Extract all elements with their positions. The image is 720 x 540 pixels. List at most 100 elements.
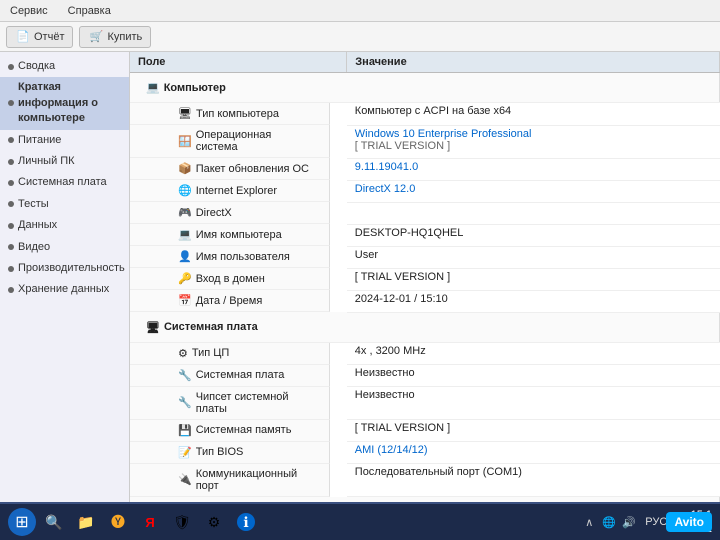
taskbar-left: ⊞ 🔍 📁 🅨 Я 🛡 ⚙ ℹ bbox=[8, 508, 260, 536]
row-icon: 🪟 bbox=[178, 135, 192, 148]
up-arrow-icon[interactable]: ∧ bbox=[581, 514, 597, 530]
dot-icon bbox=[8, 287, 14, 293]
sidebar-item-storage[interactable]: Хранение данных bbox=[0, 279, 129, 300]
browser-icon: 🅨 bbox=[111, 512, 125, 532]
value-cell: [ TRIAL VERSION ] bbox=[347, 420, 720, 442]
value-cell: Неизвестно bbox=[347, 365, 720, 387]
volume-icon[interactable]: 🔊 bbox=[621, 514, 637, 530]
row-icon: 👤 bbox=[178, 250, 192, 263]
table-row: 📦Пакет обновления ОС 9.11.19041.0 bbox=[130, 158, 720, 180]
col-value-header: Значение bbox=[347, 52, 720, 73]
section-display: 🖥 Отображение bbox=[130, 497, 720, 503]
gear-icon: ⚙ bbox=[208, 514, 221, 531]
row-icon: 💾 bbox=[178, 424, 192, 437]
row-icon: 🔑 bbox=[178, 272, 192, 285]
table-row: 💾Системная память [ TRIAL VERSION ] bbox=[130, 420, 720, 442]
menu-item-help[interactable]: Справка bbox=[62, 4, 117, 18]
search-button[interactable]: 🔍 bbox=[40, 508, 68, 536]
dot-icon bbox=[8, 223, 14, 229]
table-row: 📝Тип BIOS AMI (12/14/12) bbox=[130, 442, 720, 464]
shield-icon: 🛡 bbox=[173, 514, 191, 531]
sidebar-item-performance[interactable]: Производительность bbox=[0, 258, 129, 279]
row-icon: 💻 bbox=[178, 228, 192, 241]
value-cell: Неизвестно bbox=[347, 387, 720, 420]
table-row: 👤Имя пользователя User bbox=[130, 246, 720, 268]
info-button[interactable]: ℹ bbox=[232, 508, 260, 536]
browser-button[interactable]: 🅨 bbox=[104, 508, 132, 536]
sidebar-item-tests[interactable]: Тесты bbox=[0, 194, 129, 215]
row-icon: 🔧 bbox=[178, 369, 192, 382]
os-link[interactable]: Windows 10 Enterprise Professional bbox=[355, 128, 532, 140]
table-row: 🔑Вход в домен [ TRIAL VERSION ] bbox=[130, 268, 720, 290]
taskbar: ⊞ 🔍 📁 🅨 Я 🛡 ⚙ ℹ ∧ 🌐 🔊 РУС 15 bbox=[0, 502, 720, 540]
menu-item-service[interactable]: Сервис bbox=[4, 4, 54, 18]
sidebar-item-video[interactable]: Видео bbox=[0, 237, 129, 258]
windows-icon: ⊞ bbox=[15, 512, 28, 532]
section-motherboard: 🖥 Системная плата bbox=[130, 312, 720, 342]
value-cell: Компьютер с ACPI на базе x64 bbox=[347, 103, 720, 126]
info-icon: ℹ bbox=[237, 513, 255, 531]
shield-button[interactable]: 🛡 bbox=[168, 508, 196, 536]
sidebar-item-data[interactable]: Данных bbox=[0, 215, 129, 236]
value-cell bbox=[347, 202, 720, 224]
dot-icon bbox=[8, 180, 14, 186]
row-icon: 🔧 bbox=[178, 396, 192, 409]
value-cell: 2024-12-01 / 15:10 bbox=[347, 290, 720, 312]
dot-icon bbox=[8, 266, 14, 272]
row-icon: 🌐 bbox=[178, 184, 192, 197]
sidebar-item-personal-pc[interactable]: Личный ПК bbox=[0, 151, 129, 172]
table-row: 💻Имя компьютера DESKTOP-HQ1QHEL bbox=[130, 224, 720, 246]
sidebar-item-power[interactable]: Питание bbox=[0, 130, 129, 151]
bios-link[interactable]: AMI (12/14/12) bbox=[355, 444, 428, 456]
yandex-icon: Я bbox=[145, 515, 154, 530]
avito-badge: Avito bbox=[666, 512, 712, 532]
section-computer: 💻 Компьютер bbox=[130, 73, 720, 103]
dot-icon bbox=[8, 100, 14, 106]
value-cell: DESKTOP-HQ1QHEL bbox=[347, 224, 720, 246]
row-icon: 🖥 bbox=[178, 107, 192, 120]
system-tray: ∧ 🌐 🔊 bbox=[581, 514, 637, 530]
report-button[interactable]: 📄 Отчёт bbox=[6, 26, 73, 48]
search-icon: 🔍 bbox=[45, 514, 62, 531]
value-cell: [ TRIAL VERSION ] bbox=[347, 268, 720, 290]
dot-icon bbox=[8, 244, 14, 250]
sidebar-item-summary[interactable]: Сводка bbox=[0, 56, 129, 77]
value-cell: 4x , 3200 MHz bbox=[347, 342, 720, 365]
value-cell: User bbox=[347, 246, 720, 268]
report-icon: 📄 bbox=[15, 29, 31, 45]
buy-button[interactable]: 🛒 Купить bbox=[79, 26, 151, 48]
table-row: 🔧Чипсет системной платы Неизвестно bbox=[130, 387, 720, 420]
mb-section-icon: 🖥 bbox=[146, 321, 160, 334]
row-icon: 📦 bbox=[178, 162, 192, 175]
yandex-button[interactable]: Я bbox=[136, 508, 164, 536]
value-cell: DirectX 12.0 bbox=[347, 180, 720, 202]
table-row: 🌐Internet Explorer DirectX 12.0 bbox=[130, 180, 720, 202]
cart-icon: 🛒 bbox=[88, 29, 104, 45]
sp-link[interactable]: 9.11.19041.0 bbox=[355, 161, 418, 173]
table-row: 🔌Коммуникационный порт Последовательный … bbox=[130, 464, 720, 497]
network-icon[interactable]: 🌐 bbox=[601, 514, 617, 530]
start-button[interactable]: ⊞ bbox=[8, 508, 36, 536]
row-icon: 📝 bbox=[178, 446, 192, 459]
folder-icon: 📁 bbox=[77, 514, 94, 531]
row-icon: 🔌 bbox=[178, 473, 192, 486]
sidebar: Сводка Краткая информация о компьютере П… bbox=[0, 52, 130, 502]
info-table: Поле Значение 💻 Компьютер 🖥Тип компьютер… bbox=[130, 52, 720, 502]
value-cell: AMI (12/14/12) bbox=[347, 442, 720, 464]
table-row: 🎮DirectX bbox=[130, 202, 720, 224]
language-indicator[interactable]: РУС bbox=[645, 516, 667, 528]
trial-text: [ TRIAL VERSION ] bbox=[355, 140, 450, 152]
info-table-area: Поле Значение 💻 Компьютер 🖥Тип компьютер… bbox=[130, 52, 720, 502]
file-explorer-button[interactable]: 📁 bbox=[72, 508, 100, 536]
table-row: 🪟Операционная система Windows 10 Enterpr… bbox=[130, 125, 720, 158]
sidebar-item-computer-info[interactable]: Краткая информация о компьютере bbox=[0, 77, 129, 129]
table-row: 📅Дата / Время 2024-12-01 / 15:10 bbox=[130, 290, 720, 312]
dx-link[interactable]: DirectX 12.0 bbox=[355, 183, 416, 195]
gear-button[interactable]: ⚙ bbox=[200, 508, 228, 536]
table-row: 🔧Системная плата Неизвестно bbox=[130, 365, 720, 387]
value-cell: 9.11.19041.0 bbox=[347, 158, 720, 180]
dot-icon bbox=[8, 201, 14, 207]
col-field-header: Поле bbox=[130, 52, 347, 73]
sidebar-item-motherboard[interactable]: Системная плата bbox=[0, 172, 129, 193]
value-cell: Windows 10 Enterprise Professional [ TRI… bbox=[347, 125, 720, 158]
